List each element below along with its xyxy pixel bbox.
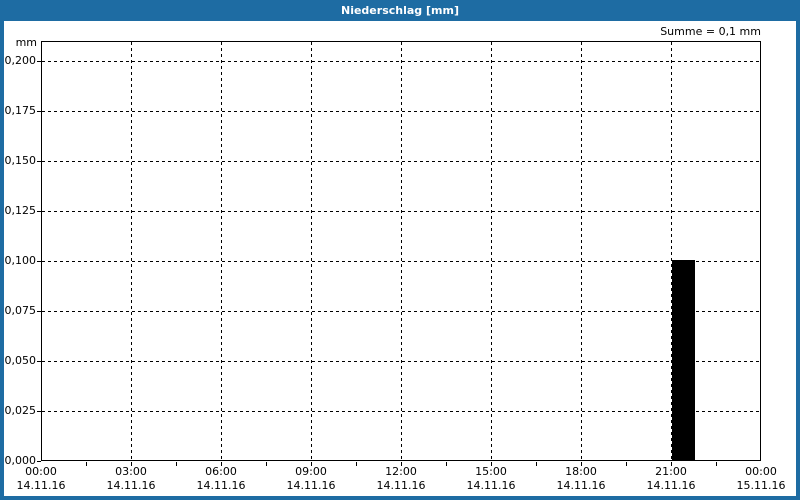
x-gridline [221, 42, 222, 460]
x-tick-time-label: 06:00 [205, 465, 237, 478]
x-tick-date-label: 14.11.16 [286, 479, 336, 492]
y-tick-mark [37, 461, 41, 462]
precipitation-bar [672, 260, 695, 460]
x-tick-time-label: 09:00 [295, 465, 327, 478]
y-tick-mark [37, 261, 41, 262]
x-tick-time-label: 21:00 [655, 465, 687, 478]
y-tick-label: 0,050 [4, 354, 37, 367]
x-tick-mark [626, 462, 627, 466]
y-tick-mark [37, 361, 41, 362]
x-tick-time-label: 00:00 [25, 465, 57, 478]
x-tick-time-label: 12:00 [385, 465, 417, 478]
x-tick-time-label: 18:00 [565, 465, 597, 478]
x-gridline [311, 42, 312, 460]
x-tick-date-label: 14.11.16 [196, 479, 246, 492]
x-gridline [581, 42, 582, 460]
x-tick-time-label: 15:00 [475, 465, 507, 478]
y-tick-label: 0,150 [4, 154, 37, 167]
x-tick-mark [446, 462, 447, 466]
y-tick-label: 0,025 [4, 404, 37, 417]
x-tick-date-label: 15.11.16 [736, 479, 786, 492]
y-tick-label: 0,175 [4, 104, 37, 117]
x-gridline [491, 42, 492, 460]
x-gridline [401, 42, 402, 460]
y-tick-mark [37, 161, 41, 162]
x-tick-mark [716, 462, 717, 466]
x-tick-mark [86, 462, 87, 466]
x-tick-mark [356, 462, 357, 466]
x-tick-mark [266, 462, 267, 466]
x-tick-date-label: 14.11.16 [106, 479, 156, 492]
x-tick-time-label: 03:00 [115, 465, 147, 478]
x-tick-time-label: 00:00 [745, 465, 777, 478]
y-tick-label: 0,200 [4, 54, 37, 67]
x-gridline [131, 42, 132, 460]
x-tick-date-label: 14.11.16 [556, 479, 606, 492]
y-tick-mark [37, 111, 41, 112]
x-tick-mark [536, 462, 537, 466]
y-tick-mark [37, 411, 41, 412]
y-tick-mark [37, 311, 41, 312]
x-tick-date-label: 14.11.16 [376, 479, 426, 492]
y-tick-label: 0,125 [4, 204, 37, 217]
chart-layer: Summe = 0,1 mm mm 0,000 0,025 0,050 0,075 0,… [0, 0, 800, 500]
x-tick-date-label: 14.11.16 [16, 479, 66, 492]
y-tick-mark [37, 211, 41, 212]
plot-area [41, 41, 761, 461]
y-axis-unit-label: mm [15, 36, 37, 49]
y-tick-mark [37, 61, 41, 62]
x-tick-mark [176, 462, 177, 466]
x-tick-date-label: 14.11.16 [646, 479, 696, 492]
sum-annotation: Summe = 0,1 mm [660, 25, 761, 38]
y-tick-label: 0,100 [4, 254, 37, 267]
y-tick-label: 0,075 [4, 304, 37, 317]
x-tick-date-label: 14.11.16 [466, 479, 516, 492]
app-window: Niederschlag [mm] Summe = 0,1 mm mm 0,00… [0, 0, 800, 500]
